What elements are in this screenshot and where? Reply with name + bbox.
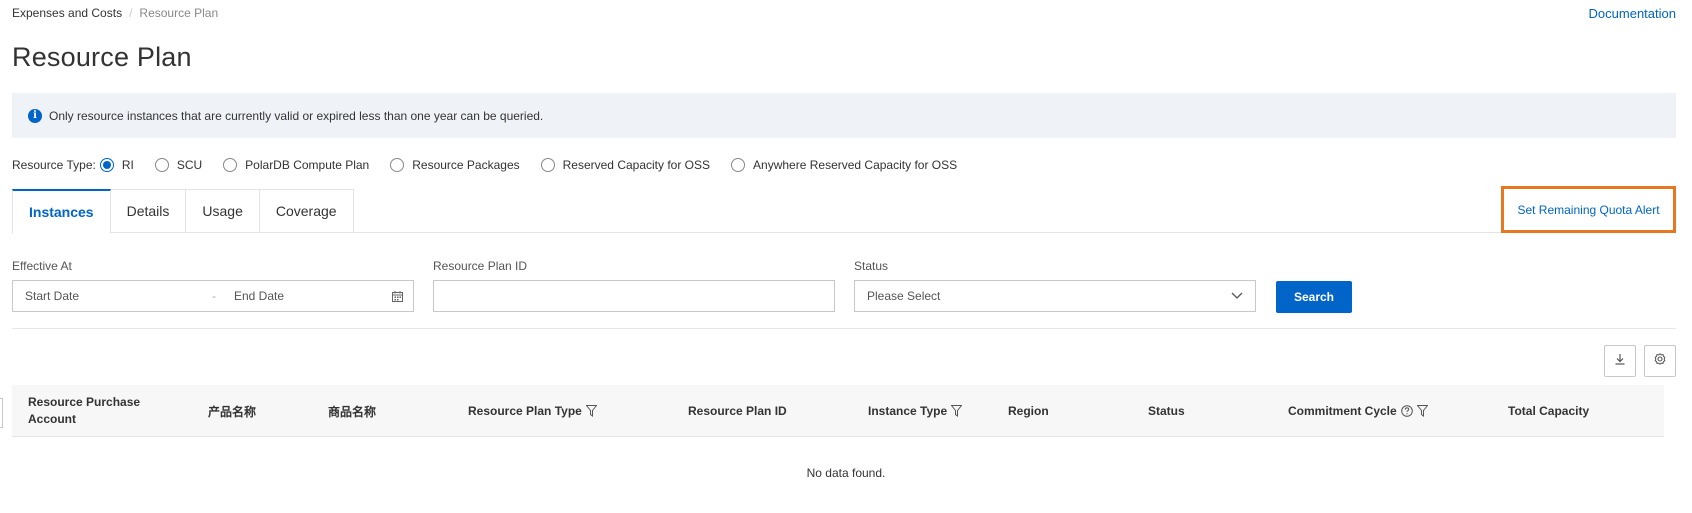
status-label: Status — [854, 259, 889, 273]
radio-button[interactable] — [540, 158, 555, 172]
column-commitment-cycle: Commitment Cycle — [1288, 385, 1428, 437]
date-range-separator: - — [212, 289, 216, 303]
radio-label: Resource Packages — [412, 158, 520, 172]
column-product-name: 产品名称 — [208, 385, 256, 437]
column-resource-plan-id: Resource Plan ID — [688, 385, 787, 437]
chevron-down-icon — [1231, 289, 1243, 303]
column-resource-purchase-account: Resource Purchase Account — [28, 385, 178, 437]
documentation-link[interactable]: Documentation — [1589, 6, 1676, 21]
radio-resource-packages[interactable]: Resource Packages — [390, 158, 520, 172]
table-settings-button[interactable] — [1644, 345, 1676, 377]
tab-usage[interactable]: Usage — [186, 189, 260, 233]
table-header: Resource Purchase Account 产品名称 商品名称 Reso… — [12, 385, 1664, 437]
page-title: Resource Plan — [12, 42, 192, 72]
search-button[interactable]: Search — [1276, 281, 1352, 313]
notice-text: Only resource instances that are current… — [49, 108, 544, 123]
column-label: Resource Purchase Account — [28, 395, 141, 426]
effective-at-date-range[interactable]: Start Date - End Date — [12, 280, 414, 312]
radio-button[interactable] — [731, 158, 746, 172]
section-divider — [12, 328, 1676, 329]
radio-button[interactable] — [154, 158, 169, 172]
column-total-capacity: Total Capacity — [1508, 385, 1589, 437]
end-date-input[interactable]: End Date — [234, 289, 381, 303]
calendar-icon[interactable] — [381, 290, 413, 302]
radio-anywhere-reserved-capacity-oss[interactable]: Anywhere Reserved Capacity for OSS — [731, 158, 957, 172]
gear-icon — [1654, 352, 1666, 370]
radio-label: SCU — [176, 158, 203, 172]
radio-ri[interactable]: RI — [99, 158, 134, 172]
radio-label: PolarDB Compute Plan — [245, 158, 370, 172]
radio-label: RI — [121, 158, 134, 172]
column-status: Status — [1148, 385, 1185, 437]
scroll-handle[interactable] — [0, 398, 3, 428]
radio-polardb-compute-plan[interactable]: PolarDB Compute Plan — [223, 158, 369, 172]
column-label: Instance Type — [868, 404, 948, 418]
tab-coverage[interactable]: Coverage — [259, 189, 354, 233]
resource-plan-id-label: Resource Plan ID — [433, 259, 528, 273]
effective-at-label: Effective At — [12, 259, 72, 273]
info-notice: i Only resource instances that are curre… — [12, 93, 1676, 138]
breadcrumb: Expenses and Costs / Resource Plan — [12, 6, 218, 20]
tabs-bar: Instances Details Usage Coverage Set Rem… — [12, 186, 1676, 234]
download-icon — [1614, 352, 1626, 370]
resource-type-group: Resource Type: RI SCU PolarDB Compute Pl… — [12, 158, 978, 172]
filter-icon[interactable] — [951, 405, 963, 417]
breadcrumb-separator: / — [129, 6, 133, 20]
column-label: Resource Plan Type — [468, 404, 582, 418]
radio-reserved-capacity-oss[interactable]: Reserved Capacity for OSS — [540, 158, 711, 172]
column-label: 商品名称 — [328, 404, 377, 419]
radio-label: Anywhere Reserved Capacity for OSS — [753, 158, 958, 172]
empty-state-text: No data found. — [806, 466, 886, 480]
resource-type-label: Resource Type: — [12, 158, 96, 172]
set-remaining-quota-alert-link[interactable]: Set Remaining Quota Alert — [1501, 186, 1676, 233]
radio-button[interactable] — [223, 158, 238, 172]
column-instance-type: Instance Type — [868, 385, 963, 437]
column-resource-plan-type: Resource Plan Type — [468, 385, 597, 437]
column-label: 产品名称 — [208, 404, 257, 419]
tab-instances[interactable]: Instances — [12, 189, 111, 234]
tab-list: Instances Details Usage Coverage — [12, 189, 1676, 234]
help-icon[interactable] — [1400, 405, 1413, 417]
info-icon: i — [28, 108, 42, 123]
download-button[interactable] — [1604, 345, 1636, 377]
radio-button[interactable] — [390, 158, 405, 172]
radio-scu[interactable]: SCU — [154, 158, 203, 172]
tab-details[interactable]: Details — [110, 189, 187, 233]
radio-button-checked[interactable] — [99, 158, 114, 172]
column-label: Commitment Cycle — [1288, 404, 1397, 418]
resource-plan-id-input[interactable] — [433, 280, 835, 312]
start-date-input[interactable]: Start Date — [25, 289, 212, 303]
breadcrumb-parent[interactable]: Expenses and Costs — [12, 6, 122, 20]
column-label: Region — [1008, 404, 1049, 418]
column-label: Status — [1148, 404, 1185, 418]
column-commodity-name: 商品名称 — [328, 385, 376, 437]
radio-label: Reserved Capacity for OSS — [562, 158, 711, 172]
column-label: Resource Plan ID — [688, 404, 787, 418]
breadcrumb-current: Resource Plan — [139, 6, 219, 20]
column-region: Region — [1008, 385, 1049, 437]
filter-icon[interactable] — [585, 405, 597, 417]
status-select-value: Please Select — [867, 289, 941, 303]
status-select[interactable]: Please Select — [854, 280, 1256, 312]
column-label: Total Capacity — [1508, 404, 1590, 418]
filter-icon[interactable] — [1416, 405, 1428, 417]
